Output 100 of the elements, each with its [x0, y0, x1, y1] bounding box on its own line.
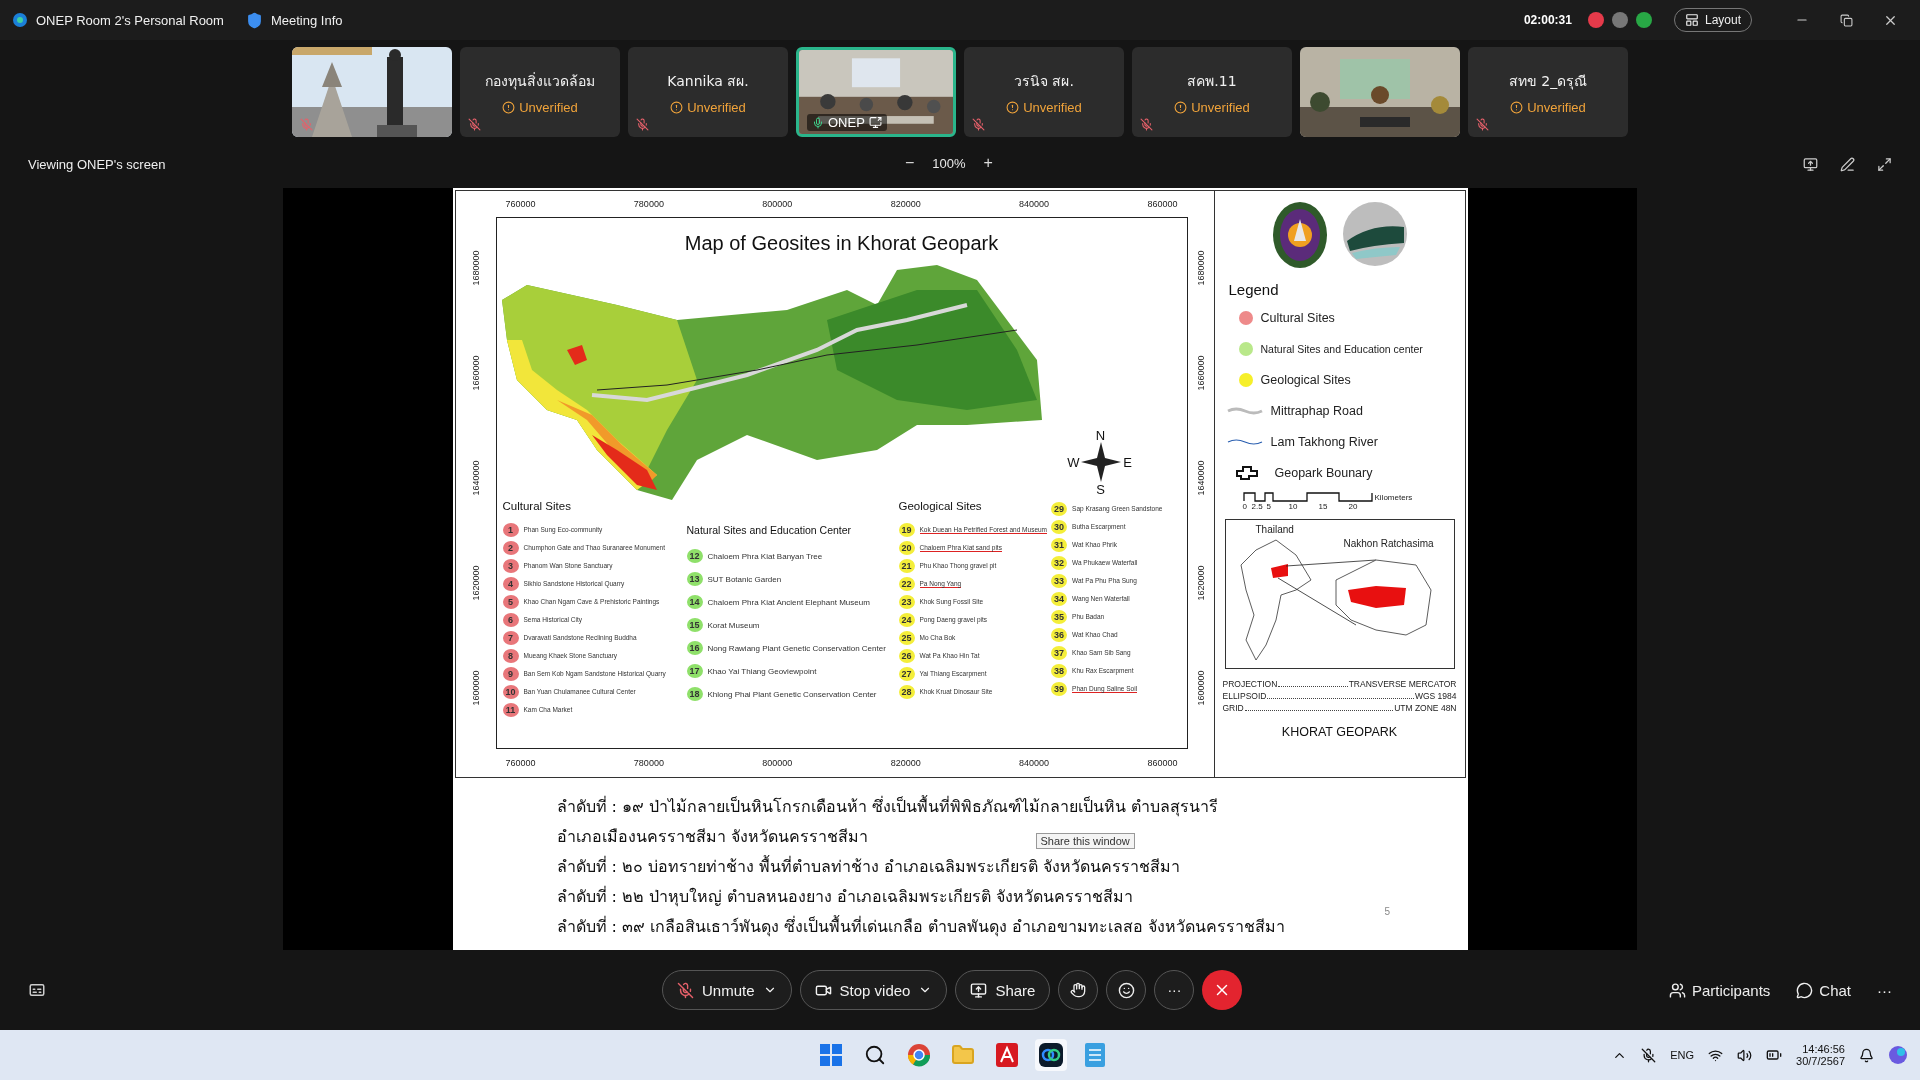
axis-tick-label: 1640000 [470, 460, 481, 496]
annotate-icon[interactable] [1840, 156, 1855, 172]
site-number: 25 [898, 630, 915, 645]
stop-video-button[interactable]: Stop video [799, 970, 948, 1010]
unmute-button[interactable]: Unmute [662, 970, 792, 1010]
participant-tile[interactable]: สคพ.11 Unverified [1132, 47, 1292, 137]
list-heading: Cultural Sites [502, 500, 572, 514]
axis-tick-label: 820000 [889, 758, 922, 768]
geopark-logo [1341, 201, 1408, 267]
site-number: 35 [1051, 609, 1068, 624]
more-options-button[interactable]: ··· [1877, 981, 1892, 999]
clock-date[interactable]: 30/7/2567 [1796, 1055, 1845, 1067]
slide-text-line: ลำดับที่ : ๑๙ ป่าไม้กลายเป็นหินโกรกเดือนห้า ซึ่งเป็นพื้นที่พิพิธภัณฑ์ไม้กลายเป็นหิน ตำบลสุรนารี [556, 794, 1219, 819]
site-name: Khlong Phai Plant Genetic Conservation Center [707, 689, 877, 699]
site-number: 15 [686, 618, 703, 632]
meeting-app-icon[interactable] [1035, 1039, 1067, 1071]
site-number: 16 [686, 641, 703, 655]
verification-status: Unverified [502, 99, 578, 115]
scale-label: 0 [1242, 502, 1248, 511]
projection-value: TRANSVERSE MERCATOR [1348, 679, 1457, 689]
axis-tick-label: 780000 [632, 199, 665, 209]
reactions-button[interactable] [1106, 970, 1147, 1010]
inset-label: Nakhon Ratchasima [1343, 538, 1434, 549]
hand-icon [1070, 982, 1087, 998]
participant-name: สทข 2_ดรุณี [1508, 71, 1588, 92]
wifi-icon[interactable] [1708, 1047, 1724, 1063]
site-number: 4 [502, 576, 519, 591]
captions-icon[interactable] [28, 981, 46, 999]
axis-tick-label: 1640000 [1195, 460, 1206, 496]
legend-label: Cultural Sites [1260, 310, 1335, 325]
legend-title: Legend [1228, 281, 1280, 298]
participant-tile[interactable]: Kannika สผ. Unverified [628, 47, 788, 137]
site-number: 6 [502, 612, 519, 627]
slide-text-line: อำเภอเมืองนครราชสีมา จังหวัดนครราชสีมา [556, 826, 868, 848]
participant-tile[interactable]: วรนิจ สผ. Unverified [964, 47, 1124, 137]
share-button[interactable]: Share [955, 970, 1051, 1010]
volume-icon[interactable] [1737, 1047, 1753, 1063]
tooltip: Share this window [1035, 833, 1135, 849]
site-number: 36 [1051, 627, 1068, 642]
site-number: 3 [502, 558, 519, 573]
axis-tick-label: 800000 [761, 199, 794, 209]
site-number: 14 [686, 595, 703, 609]
participant-tile[interactable]: ONEP [796, 47, 956, 137]
notification-icon[interactable] [1859, 1047, 1874, 1063]
axis-tick-label: 780000 [632, 758, 665, 768]
chat-button[interactable]: Chat [1796, 981, 1851, 999]
leave-button[interactable] [1202, 970, 1243, 1010]
participants-button[interactable]: Participants [1668, 981, 1771, 999]
mic-off-icon [677, 981, 694, 999]
scale-unit: Kilometers [1374, 493, 1413, 502]
verification-status: Unverified [1510, 99, 1586, 115]
fullscreen-icon[interactable] [1877, 156, 1892, 172]
participant-tile[interactable]: สทข 2_ดรุณี Unverified [1468, 47, 1628, 137]
axis-tick-label: 860000 [1146, 758, 1179, 768]
axis-tick-label: 760000 [504, 758, 537, 768]
meeting-info-button[interactable]: Meeting Info [270, 12, 343, 28]
zoom-in-button[interactable]: + [983, 154, 993, 172]
site-number: 8 [502, 648, 519, 663]
layout-icon [1684, 13, 1699, 27]
map-title: Map of Geosites in Khorat Geopark [684, 232, 999, 256]
axis-tick-label: 840000 [1018, 758, 1051, 768]
battery-icon[interactable] [1766, 1047, 1783, 1063]
site-name: Korat Museum [707, 620, 760, 630]
site-number: 24 [898, 612, 915, 627]
participant-name: สคพ.11 [1187, 71, 1237, 91]
recording-status-icon [1587, 12, 1604, 28]
legend-label: Geological Sites [1260, 372, 1351, 387]
verification-status: Unverified [1006, 99, 1082, 115]
axis-tick-label: 1620000 [1195, 565, 1206, 601]
site-number: 29 [1051, 501, 1068, 516]
site-number: 30 [1051, 519, 1068, 534]
assistant-icon[interactable] [1888, 1045, 1908, 1065]
participant-tile[interactable]: กองทุนสิ่งแวดล้อม Unverified [460, 47, 620, 137]
shield-icon [245, 11, 263, 29]
meeting-title: ONEP Room 2's Personal Room [36, 12, 224, 28]
site-name: Khao Yai Thiang Geoviewpoint [707, 666, 817, 676]
language-indicator[interactable]: ENG [1670, 1049, 1695, 1061]
seal-logo [1271, 201, 1328, 269]
raise-hand-button[interactable] [1058, 970, 1099, 1010]
legend-label: Lam Takhong River [1270, 434, 1378, 449]
site-number: 37 [1051, 645, 1068, 660]
site-number: 28 [898, 684, 915, 699]
axis-tick-label: 800000 [761, 758, 794, 768]
clock-time[interactable]: 14:46:56 [1802, 1043, 1845, 1055]
share-screen-icon [970, 981, 988, 999]
smiley-icon [1117, 981, 1135, 999]
meeting-timer: 02:00:31 [1523, 13, 1572, 27]
mic-off-icon[interactable] [1641, 1047, 1657, 1063]
site-number: 19 [898, 522, 915, 537]
warning-icon [1510, 100, 1524, 114]
projection-value: WGS 1984 [1414, 691, 1457, 701]
projection-label: PROJECTION [1222, 679, 1278, 689]
legend-label: Mittraphap Road [1270, 403, 1363, 418]
axis-tick-label: 1620000 [470, 565, 481, 601]
zoom-out-button[interactable]: − [905, 154, 915, 172]
site-number: 21 [898, 558, 915, 573]
warning-icon [1174, 100, 1188, 114]
screen-icon[interactable] [1803, 156, 1818, 172]
more-button[interactable]: ··· [1154, 970, 1195, 1010]
warning-icon [670, 100, 684, 114]
